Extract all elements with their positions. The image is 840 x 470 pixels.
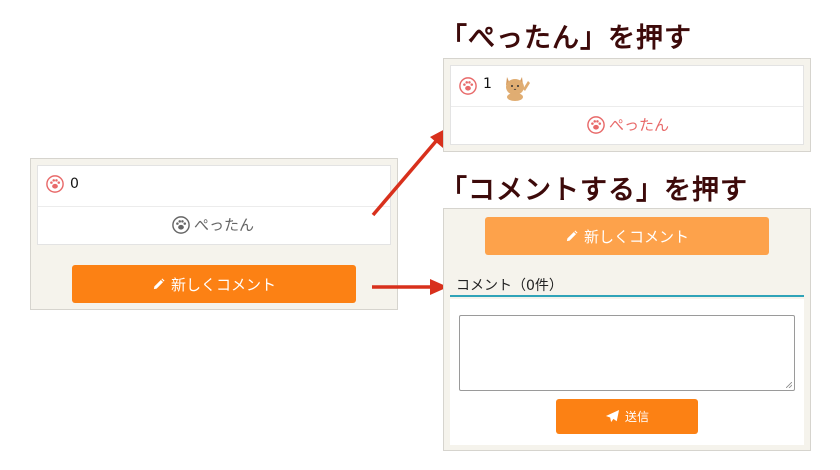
reaction-card: 1 ぺったん bbox=[450, 65, 804, 145]
paw-icon bbox=[587, 115, 605, 134]
send-label: 送信 bbox=[624, 410, 649, 424]
bottom-right-panel: 新しくコメント コメント（0件） 送信 bbox=[443, 208, 811, 451]
comments-count-label: コメント（0件） bbox=[456, 278, 563, 294]
arrow-up-right-icon bbox=[371, 128, 447, 217]
paper-plane-icon bbox=[605, 409, 620, 423]
comment-form: 送信 bbox=[450, 299, 804, 445]
paw-icon bbox=[459, 77, 477, 95]
arrow-right-icon bbox=[372, 279, 448, 295]
send-button[interactable]: 送信 bbox=[556, 399, 698, 434]
cat-avatar-icon bbox=[506, 77, 530, 101]
comments-underline bbox=[450, 295, 804, 297]
heading-pettan: 「ぺったん」を押す bbox=[440, 23, 692, 54]
top-right-panel: 1 ぺったん bbox=[443, 58, 811, 152]
heading-comment: 「コメントする」を押す bbox=[440, 175, 748, 206]
new-comment-button[interactable]: 新しくコメント bbox=[485, 217, 769, 255]
divider bbox=[451, 106, 803, 107]
pettan-label: ぺったん bbox=[609, 116, 670, 134]
pettan-button-active[interactable]: ぺったん bbox=[587, 114, 669, 135]
reaction-count: 1 bbox=[483, 76, 492, 92]
new-comment-label: 新しくコメント bbox=[583, 227, 689, 246]
comment-textarea[interactable] bbox=[459, 315, 795, 391]
resize-handle-icon[interactable] bbox=[786, 382, 792, 388]
pencil-icon bbox=[566, 229, 578, 241]
